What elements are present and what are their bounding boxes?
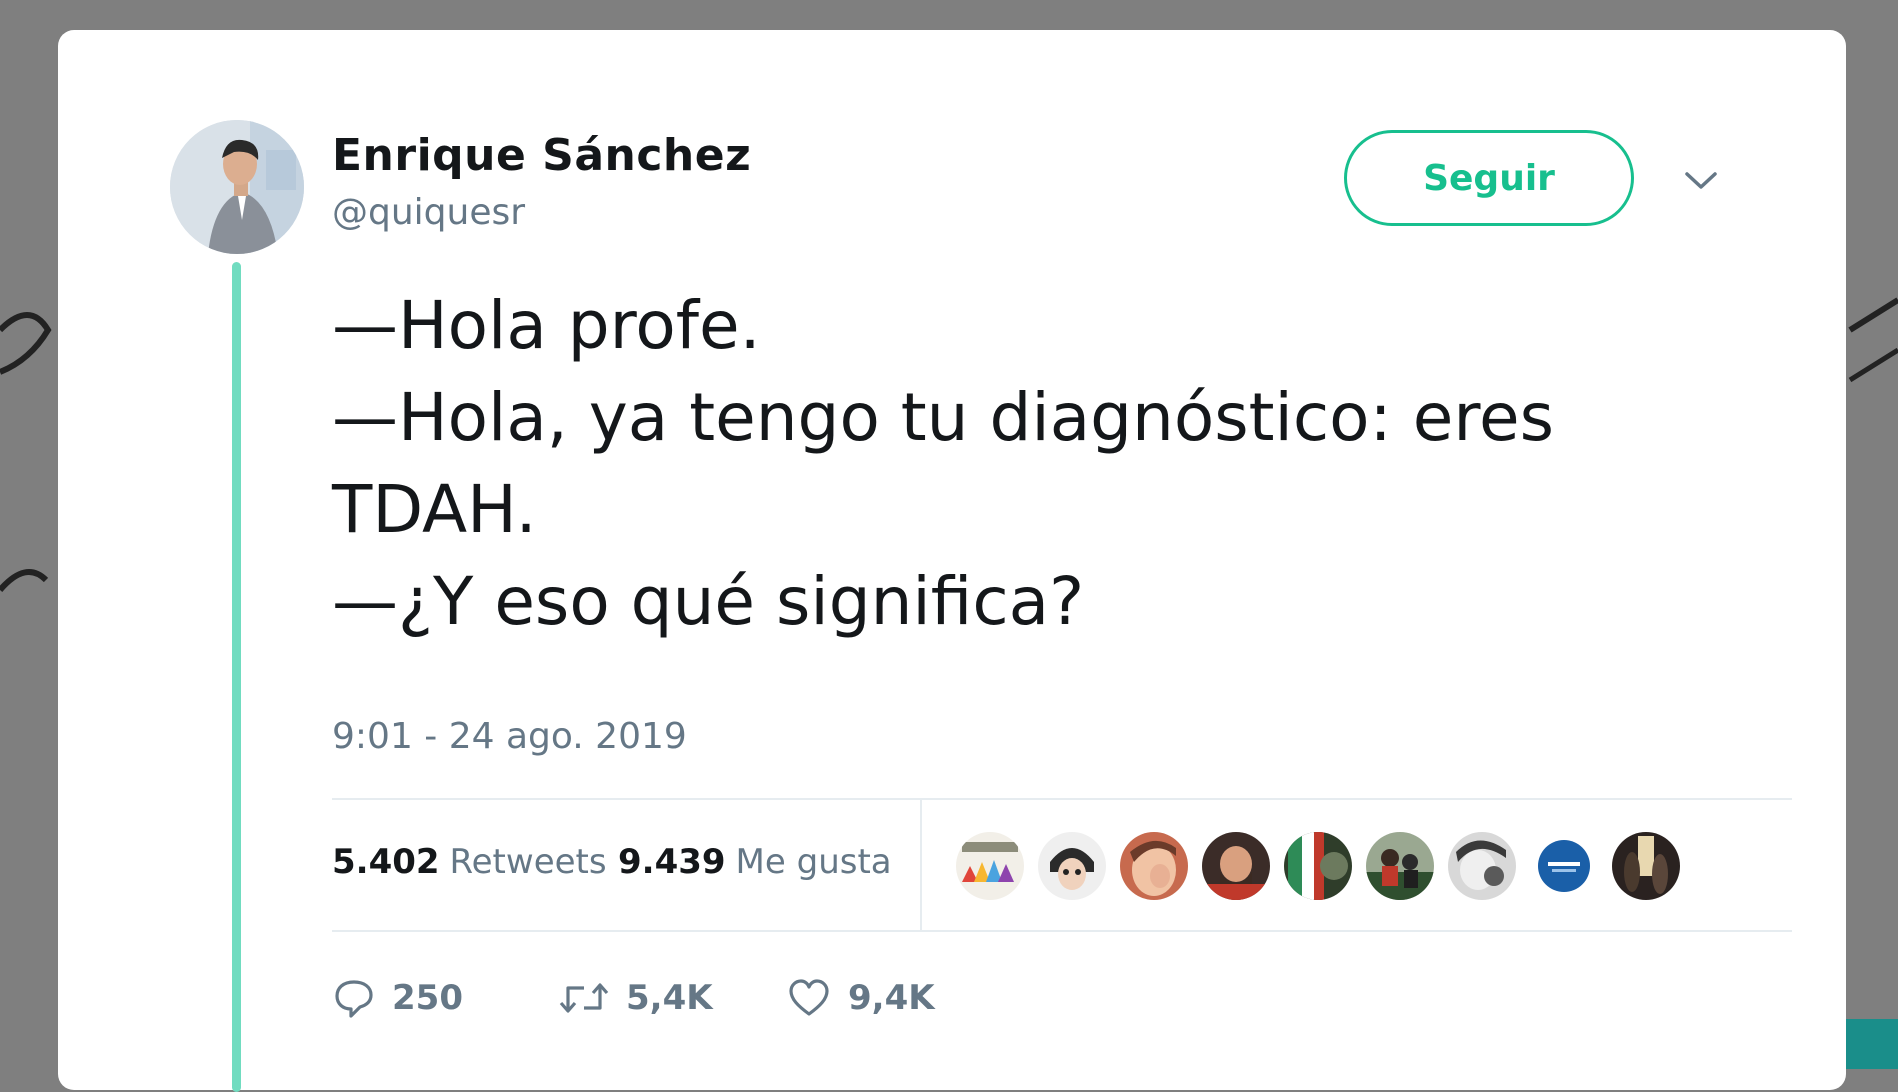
stats-divider-top [332,798,1792,800]
liker-avatar-image [1530,832,1598,900]
liker-avatar-image [956,832,1024,900]
liker-avatar-image [1366,832,1434,900]
tweet-line: TDAH. [332,471,537,548]
likes-count: 9.439 [618,842,726,882]
actions-divider [332,930,1792,932]
liker-avatar[interactable] [1284,832,1352,900]
author-avatar-image [170,120,304,254]
liker-avatar-image [1612,832,1680,900]
retweets-label: Retweets [449,842,607,882]
chevron-down-icon [1685,172,1717,189]
liker-avatar-image [1448,832,1516,900]
liker-avatar[interactable] [1202,832,1270,900]
liker-avatar[interactable] [1448,832,1516,900]
author-avatar[interactable] [170,120,304,254]
author-handle[interactable]: @quiquesr [332,192,525,233]
liker-avatar-image [1120,832,1188,900]
stats-divider-vertical [920,800,922,930]
retweet-button[interactable]: 5,4K [558,968,713,1028]
liker-avatar[interactable] [1612,832,1680,900]
liker-avatar[interactable] [1038,832,1106,900]
follow-button[interactable]: Seguir [1344,130,1634,226]
tweet-line: —¿Y eso qué significa? [332,563,1085,640]
retweets-count: 5.402 [332,842,440,882]
likes-stat[interactable]: 9.439 Me gusta [618,842,892,882]
liker-avatar-image [1202,832,1270,900]
author-display-name[interactable]: Enrique Sánchez [332,130,751,181]
liker-avatar-image [1038,832,1106,900]
tweet-text: —Hola profe. —Hola, ya tengo tu diagnóst… [332,280,1792,648]
like-count: 9,4K [848,978,935,1018]
liker-avatar[interactable] [956,832,1024,900]
tweet-card: Enrique Sánchez @quiquesr Seguir —Hola p… [58,30,1846,1092]
tweet-line: —Hola profe. [332,287,761,364]
like-button[interactable]: 9,4K [786,968,935,1028]
more-options-button[interactable] [1680,160,1722,202]
tweet-timestamp[interactable]: 9:01 - 24 ago. 2019 [332,716,687,757]
retweet-arrows-icon [559,983,609,1013]
retweets-stat[interactable]: 5.402 Retweets [332,842,607,882]
likes-label: Me gusta [735,842,892,882]
thread-line [232,262,241,1092]
tweet-line: —Hola, ya tengo tu diagnóstico: eres [332,379,1555,456]
liker-avatar-image [1284,832,1352,900]
retweet-count: 5,4K [626,978,713,1018]
reply-count: 250 [392,978,463,1018]
reply-button[interactable]: 250 [332,968,463,1028]
speech-bubble-icon [335,980,373,1018]
liker-avatar[interactable] [1530,832,1598,900]
liker-avatar[interactable] [1366,832,1434,900]
heart-outline-icon [789,979,829,1016]
liker-avatar[interactable] [1120,832,1188,900]
background-teal-block [1846,1019,1898,1069]
